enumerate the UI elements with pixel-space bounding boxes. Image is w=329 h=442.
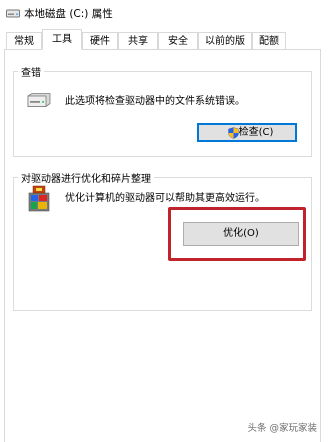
title-bar: 本地磁盘 (C:) 属性	[0, 0, 329, 28]
tab-previous-versions[interactable]: 以前的版本	[198, 32, 252, 64]
tab-general[interactable]: 常规	[6, 32, 42, 49]
check-button-label: 检查(C)	[238, 127, 274, 138]
highlight-box	[168, 207, 306, 261]
drive-icon	[27, 93, 51, 107]
tab-hardware[interactable]: 硬件	[82, 32, 118, 49]
check-button[interactable]: 检查(C)	[197, 123, 297, 142]
tab-tools[interactable]: 工具	[42, 29, 82, 50]
tab-security[interactable]: 安全	[158, 32, 198, 49]
watermark: 头条 @家玩家装	[247, 423, 317, 434]
uac-shield-icon	[228, 127, 239, 139]
error-check-title: 查错	[18, 64, 44, 79]
window-title: 本地磁盘 (C:) 属性	[24, 8, 113, 20]
defrag-icon	[28, 185, 50, 212]
optimize-description: 优化计算机的驱动器可以帮助其更高效运行。	[65, 193, 265, 204]
tab-strip: 常规 工具 硬件 共享 安全 以前的版本 配额	[0, 28, 329, 64]
optimize-title: 对驱动器进行优化和碎片整理	[18, 170, 154, 185]
error-check-description: 此选项将检查驱动器中的文件系统错误。	[65, 96, 245, 107]
tab-sharing[interactable]: 共享	[118, 32, 158, 49]
error-check-group	[13, 71, 312, 157]
drive-icon	[6, 9, 20, 18]
tab-quota[interactable]: 配额	[252, 32, 286, 49]
